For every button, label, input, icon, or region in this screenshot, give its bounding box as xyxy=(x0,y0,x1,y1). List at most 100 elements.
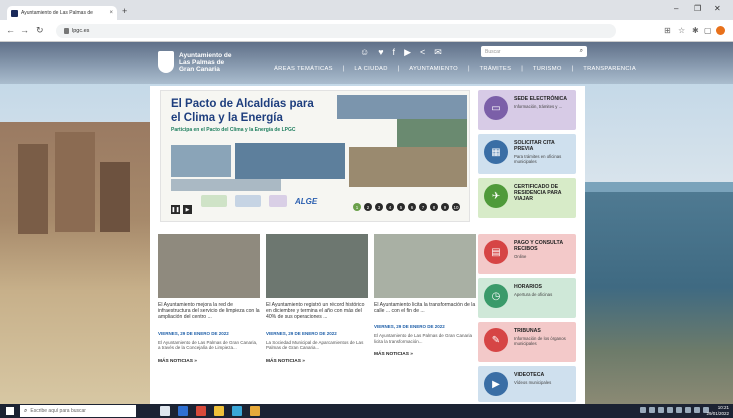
news-card[interactable]: El Ayuntamiento licita la transformación… xyxy=(374,234,476,357)
windows-start-icon[interactable] xyxy=(6,407,14,415)
news-card[interactable]: El Ayuntamiento registró un récord histó… xyxy=(266,234,368,364)
play-button[interactable]: ▶ xyxy=(183,205,192,214)
tile-tribunas[interactable]: ✎ TRIBUNAS Información de los órganos mun… xyxy=(478,322,576,362)
profile-avatar[interactable] xyxy=(716,26,725,35)
carousel-dot[interactable]: 7 xyxy=(419,203,427,211)
news-card[interactable]: El Ayuntamiento mejora la red de infraes… xyxy=(158,234,260,364)
taskbar-search-input[interactable]: ⌕ Escribe aquí para buscar xyxy=(20,405,136,417)
tray-icon[interactable] xyxy=(694,407,700,413)
news-body: La Sociedad Municipal de Aparcamientos d… xyxy=(266,339,364,351)
tray-icon[interactable] xyxy=(658,407,664,413)
background-photo-left xyxy=(0,122,150,404)
laptop-icon: ▭ xyxy=(484,96,508,120)
edge-icon[interactable] xyxy=(178,406,188,416)
carousel-dot[interactable]: 5 xyxy=(397,203,405,211)
menu-item-ciudad[interactable]: LA CIUDAD xyxy=(354,66,387,72)
twitter-icon[interactable]: ♥ xyxy=(378,47,383,58)
sidebar-icon[interactable]: ▢ xyxy=(704,26,712,35)
extensions-icon[interactable]: ✱ xyxy=(692,26,699,35)
carousel-dots: 1 2 3 4 5 6 7 8 9 10 xyxy=(353,203,460,211)
share-icon[interactable]: < xyxy=(420,47,425,58)
carousel-dot[interactable]: 4 xyxy=(386,203,394,211)
menu-item-turismo[interactable]: TURISMO xyxy=(533,66,562,72)
tray-icon[interactable] xyxy=(676,407,682,413)
menu-item-transparencia[interactable]: TRANSPARENCIA xyxy=(583,66,636,72)
tile-subtitle: Apertura de oficinas xyxy=(514,292,553,297)
file-explorer-icon[interactable] xyxy=(214,406,224,416)
more-news-link[interactable]: MÁS NOTICIAS » xyxy=(266,359,368,364)
system-clock[interactable]: 10:21 29/01/2022 xyxy=(706,405,729,416)
mail-icon[interactable]: ✉ xyxy=(434,47,442,58)
carousel-dot[interactable]: 3 xyxy=(375,203,383,211)
clock-icon: ◷ xyxy=(484,284,508,308)
tile-videoteca[interactable]: ▶ VIDEOTECA Vídeos municipales xyxy=(478,366,576,402)
search-placeholder: Buscar xyxy=(485,48,501,55)
logo-text: Ayuntamiento de Las Palmas de Gran Canar… xyxy=(179,51,232,73)
close-window-button[interactable]: ✕ xyxy=(714,4,721,13)
web-page: Ayuntamiento de Las Palmas de Gran Canar… xyxy=(0,42,733,404)
news-date: VIERNES, 29 DE ENERO DE 2022 xyxy=(266,330,337,336)
carousel-dot[interactable]: 9 xyxy=(441,203,449,211)
news-title[interactable]: El Ayuntamiento registró un récord histó… xyxy=(266,302,368,321)
facebook-icon[interactable]: f xyxy=(393,47,396,58)
people-icon[interactable]: ☺ xyxy=(360,47,369,58)
menu-item-ayuntamiento[interactable]: AYUNTAMIENTO xyxy=(409,66,458,72)
system-tray xyxy=(640,407,709,413)
news-image xyxy=(158,234,260,298)
tile-pago-recibos[interactable]: ▤ PAGO Y CONSULTA RECIBOS Online xyxy=(478,234,576,274)
tile-title: PAGO Y CONSULTA RECIBOS xyxy=(514,240,563,252)
office-icon[interactable] xyxy=(196,406,206,416)
crest-icon xyxy=(158,51,174,73)
youtube-icon[interactable]: ▶ xyxy=(404,47,411,58)
windows-taskbar: ⌕ Escribe aquí para buscar 10:21 29/01/2… xyxy=(0,404,733,418)
news-title[interactable]: El Ayuntamiento mejora la red de infraes… xyxy=(158,302,260,321)
tile-subtitle: Vídeos municipales xyxy=(514,380,552,385)
reload-button[interactable]: ↻ xyxy=(36,25,44,36)
tray-icon[interactable] xyxy=(667,407,673,413)
site-search-input[interactable]: Buscar ⌕ xyxy=(481,46,587,57)
carousel-dot[interactable]: 6 xyxy=(408,203,416,211)
site-logo[interactable]: Ayuntamiento de Las Palmas de Gran Canar… xyxy=(158,51,239,73)
url-input[interactable]: lpgc.es xyxy=(56,24,616,38)
menu-item-areas[interactable]: ÁREAS TEMÁTICAS xyxy=(274,66,333,72)
translate-icon[interactable]: ⊞ xyxy=(664,26,671,35)
carousel-dot[interactable]: 2 xyxy=(364,203,372,211)
news-date: VIERNES, 29 DE ENERO DE 2022 xyxy=(374,324,445,330)
back-button[interactable]: ← xyxy=(6,25,15,35)
tile-horarios[interactable]: ◷ HORARIOS Apertura de oficinas xyxy=(478,278,576,318)
tab-bar: Ayuntamiento de Las Palmas de × + – ❐ ✕ xyxy=(0,0,733,20)
tray-icon[interactable] xyxy=(649,407,655,413)
tray-icon[interactable] xyxy=(685,407,691,413)
news-image xyxy=(374,234,476,298)
tile-certificado-residencia[interactable]: ✈ CERTIFICADO DE RESIDENCIA PARA VIAJAR xyxy=(478,178,576,218)
forward-button[interactable]: → xyxy=(20,25,29,35)
restore-button[interactable]: ❐ xyxy=(694,4,701,13)
partner-logos: ALGE xyxy=(201,195,317,207)
tile-cita-previa[interactable]: ▦ SOLICITAR CITA PREVIA Para trámites en … xyxy=(478,134,576,174)
menu-item-tramites[interactable]: TRÁMITES xyxy=(480,66,512,72)
tile-sede-electronica[interactable]: ▭ SEDE ELECTRÓNICA Información, trámites … xyxy=(478,90,576,130)
tile-title: TRIBUNAS xyxy=(514,328,541,334)
bookmark-star-icon[interactable]: ☆ xyxy=(678,26,685,35)
carousel-dot[interactable]: 10 xyxy=(452,203,460,211)
search-icon[interactable]: ⌕ xyxy=(580,48,583,55)
minimize-button[interactable]: – xyxy=(674,4,678,13)
news-body: El Ayuntamiento de Las Palmas de Gran Ca… xyxy=(374,333,472,344)
hero-banner[interactable]: El Pacto de Alcaldías para el Clima y la… xyxy=(160,90,470,222)
news-title[interactable]: El Ayuntamiento licita la transformación… xyxy=(374,302,476,314)
new-tab-button[interactable]: + xyxy=(122,6,127,16)
task-view-icon[interactable] xyxy=(160,406,170,416)
tab-close-icon[interactable]: × xyxy=(109,10,113,16)
hero-subtitle: Participa en el Pacto del Clima y la Ene… xyxy=(171,127,296,133)
chrome-icon[interactable] xyxy=(250,406,260,416)
browser-tab[interactable]: Ayuntamiento de Las Palmas de × xyxy=(7,6,117,20)
tray-icon[interactable] xyxy=(640,407,646,413)
more-news-link[interactable]: MÁS NOTICIAS » xyxy=(374,352,476,357)
tile-title: SEDE ELECTRÓNICA xyxy=(514,96,568,102)
hero-photo xyxy=(337,95,467,119)
carousel-dot[interactable]: 1 xyxy=(353,203,361,211)
carousel-dot[interactable]: 8 xyxy=(430,203,438,211)
store-icon[interactable] xyxy=(232,406,242,416)
pause-button[interactable]: ❚❚ xyxy=(171,205,180,214)
more-news-link[interactable]: MÁS NOTICIAS » xyxy=(158,359,260,364)
